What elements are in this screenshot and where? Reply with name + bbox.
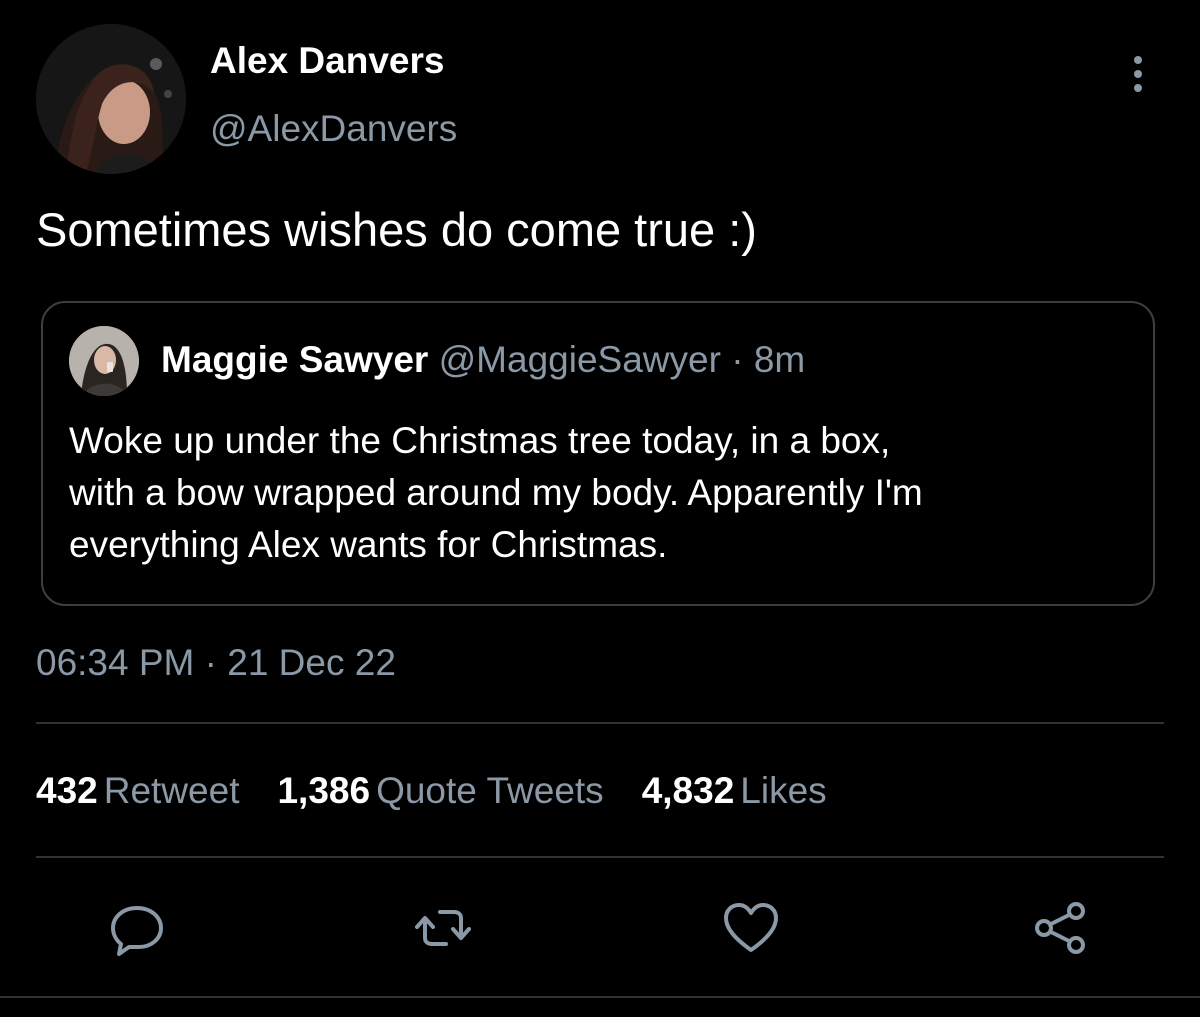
author-avatar[interactable] bbox=[36, 24, 186, 174]
more-options-icon[interactable] bbox=[1120, 52, 1156, 96]
quoted-author-name[interactable]: Maggie Sawyer bbox=[161, 339, 428, 380]
divider bbox=[36, 856, 1164, 858]
share-button[interactable] bbox=[1030, 898, 1090, 958]
quoted-author-avatar bbox=[69, 326, 139, 396]
tweet-detail: Alex Danvers @AlexDanvers Sometimes wish… bbox=[0, 0, 1200, 1017]
author-avatar-photo bbox=[36, 24, 186, 174]
speech-bubble-icon bbox=[111, 906, 163, 956]
retweet-icon bbox=[415, 910, 471, 946]
tweet-text: Sometimes wishes do come true :) bbox=[36, 203, 757, 256]
quoted-author-handle: @MaggieSawyer bbox=[438, 339, 721, 380]
retweet-button[interactable] bbox=[413, 898, 473, 958]
divider bbox=[36, 722, 1164, 724]
quote-tweet-count[interactable]: 1,386 Quote Tweets bbox=[277, 770, 603, 811]
quoted-author-avatar-photo bbox=[69, 326, 139, 396]
quoted-tweet-header: Maggie Sawyer @MaggieSawyer · 8m bbox=[161, 339, 805, 381]
share-icon bbox=[1035, 902, 1085, 954]
retweet-count[interactable]: 432 Retweet bbox=[36, 770, 239, 811]
quoted-tweet-line: with a bow wrapped around my body. Appar… bbox=[69, 472, 923, 513]
heart-icon bbox=[724, 903, 778, 952]
tweet-stats: 432 Retweet 1,386 Quote Tweets 4,832 Likes bbox=[36, 770, 865, 812]
quoted-separator: · bbox=[720, 339, 754, 380]
quoted-tweet-card[interactable]: Maggie Sawyer @MaggieSawyer · 8m Woke up… bbox=[41, 301, 1155, 606]
divider bbox=[0, 996, 1200, 998]
like-button[interactable] bbox=[721, 898, 781, 958]
author-display-name[interactable]: Alex Danvers bbox=[210, 40, 444, 82]
tweet-timestamp[interactable]: 06:34 PM · 21 Dec 22 bbox=[36, 642, 396, 684]
reply-button[interactable] bbox=[107, 898, 167, 958]
quoted-tweet-line: Woke up under the Christmas tree today, … bbox=[69, 420, 891, 461]
author-handle[interactable]: @AlexDanvers bbox=[210, 108, 457, 150]
quoted-tweet-line: everything Alex wants for Christmas. bbox=[69, 524, 668, 565]
quoted-tweet-age: 8m bbox=[753, 339, 806, 380]
like-count[interactable]: 4,832 Likes bbox=[642, 770, 827, 811]
quoted-tweet-text: Woke up under the Christmas tree today, … bbox=[69, 415, 1139, 571]
